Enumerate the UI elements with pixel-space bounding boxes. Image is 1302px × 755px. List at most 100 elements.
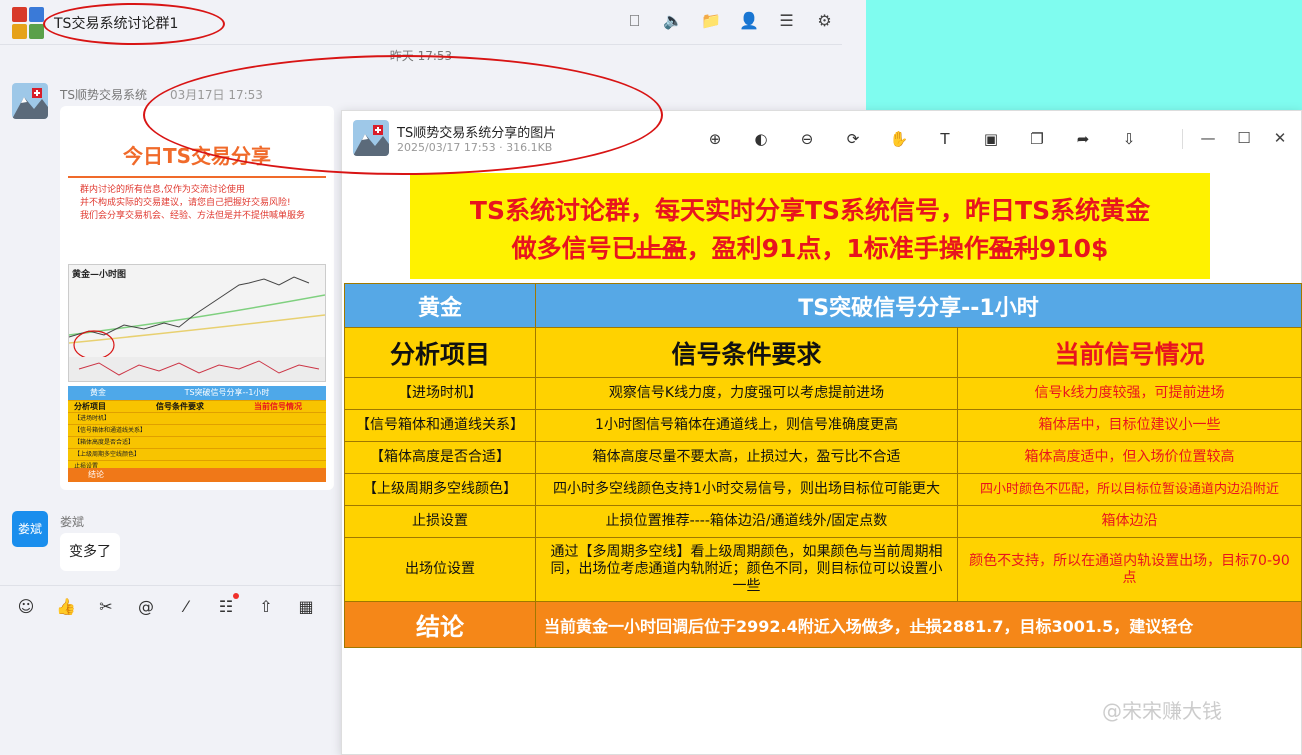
upload-icon[interactable]: ⇧ <box>256 597 276 617</box>
table-cell: 通过【多周期多空线】看上级周期颜色，如果颜色与当前周期相同，出场位考虑通道内轨附… <box>535 537 958 602</box>
table-cell: 四小时颜色不匹配，所以目标位暂设通道内边沿附近 <box>956 473 1302 506</box>
sender-avatar[interactable]: 娄斌 <box>12 511 48 547</box>
slash-icon[interactable]: ⁄ <box>176 597 196 617</box>
signal-banner: TS系统讨论群，每天实时分享TS系统信号，昨日TS系统黄金 做多信号已止盈，盈利… <box>410 173 1210 279</box>
table-cell: 信号k线力度较强，可提前进场 <box>956 377 1302 410</box>
table-cell: 观察信号K线力度，力度强可以考虑提前进场 <box>535 377 958 410</box>
table-cell: 箱体高度尽量不要太高，止损过大，盈亏比不合适 <box>535 441 958 474</box>
sender-avatar[interactable] <box>12 83 48 119</box>
at-icon[interactable]: @ <box>136 597 156 617</box>
speaker-icon[interactable]: 🔈 <box>663 11 683 31</box>
note-icon[interactable]: ☷ <box>216 593 239 617</box>
table-row: 止损设置 止损位置推荐----箱体边沿/通道线外/固定点数 箱体边沿 <box>344 505 1302 538</box>
table-cell: 四小时多空线颜色支持1小时交易信号，则出场目标位可能更大 <box>535 473 958 506</box>
window-controls: — ☐ ✕ <box>1200 129 1288 147</box>
toolbar-divider <box>1182 129 1183 149</box>
conclusion-part: 2881.7，目标3001.5，建议轻仓 <box>941 616 1194 636</box>
banner-text: 做多信号已 <box>511 234 637 263</box>
table-row: 【信号箱体和通道线关系】 1小时图信号箱体在通道线上，则信号准确度更高 箱体居中… <box>344 409 1302 442</box>
viewer-sender-avatar <box>353 120 389 156</box>
mini-row: 【箱体高度是否合适】 <box>68 436 326 448</box>
table-subheader: 分析项目 <box>344 327 536 378</box>
banner-line-2: 做多信号已止盈，盈利91点，1标准手操作盈利910$ <box>410 229 1210 265</box>
banner-text: ，盈利91点，1标准手操作 <box>686 234 989 263</box>
banner-strike-text: 止盈 <box>636 234 687 263</box>
mini-sub-cell: 当前信号情况 <box>254 402 302 411</box>
table-row: 【箱体高度是否合适】 箱体高度尽量不要太高，止损过大，盈亏比不合适 箱体高度适中… <box>344 441 1302 474</box>
card-chart-thumbnail: 黄金—小时图 <box>68 264 326 382</box>
table-cell: 【箱体高度是否合适】 <box>344 441 536 474</box>
mini-conclusion: 结论 <box>68 468 326 482</box>
conclusion-row: 结论 当前黄金一小时回调后位于2992.4附近入场做多，止损2881.7，目标3… <box>344 601 1302 648</box>
rotate-icon[interactable]: ⟳ <box>843 129 863 149</box>
folder-icon[interactable]: 📁 <box>701 11 721 31</box>
card-mini-table: 黄金 TS突破信号分享--1小时 分析项目 信号条件要求 当前信号情况 【进场时… <box>68 386 326 482</box>
copy-icon[interactable]: ❐ <box>1027 129 1047 149</box>
card-text-line: 并不构成实际的交易建议，请您自己把握好交易风险! <box>80 198 291 208</box>
calendar-icon[interactable]: ▦ <box>296 597 316 617</box>
hand-icon[interactable]: ✋ <box>889 129 909 149</box>
add-member-icon[interactable]: 👤 <box>739 11 759 31</box>
table-row: 出场位设置 通过【多周期多空线】看上级周期颜色，如果颜色与当前周期相同，出场位考… <box>344 537 1302 602</box>
scissors-icon[interactable]: ✂ <box>96 597 116 617</box>
input-toolbar: ☺ 👍 ✂ @ ⁄ ☷ ⇧ ▦ <box>16 593 316 617</box>
search-list-icon[interactable]: ☰ <box>777 11 796 31</box>
table-cell: 箱体高度适中，但入场价位置较高 <box>956 441 1302 474</box>
emoji-icon[interactable]: ☺ <box>16 597 36 617</box>
viewer-toolbar: ⊕ ◐ ⊖ ⟳ ✋ T ▣ ❐ ➦ ⇩ <box>705 129 1139 149</box>
text-extract-icon[interactable]: T <box>935 129 955 149</box>
sender-name: TS顺势交易系统 <box>60 88 147 102</box>
actual-size-icon[interactable]: ◐ <box>751 129 771 149</box>
table-row: 【进场时机】 观察信号K线力度，力度强可以考虑提前进场 信号k线力度较强，可提前… <box>344 377 1302 410</box>
mini-sub-cell: 信号条件要求 <box>156 402 204 411</box>
table-row: 【上级周期多空线颜色】 四小时多空线颜色支持1小时交易信号，则出场目标位可能更大… <box>344 473 1302 506</box>
sender-name: 娄斌 <box>60 515 85 529</box>
card-title: 今日TS交易分享 <box>122 144 272 168</box>
share-icon[interactable]: ➦ <box>1073 129 1093 149</box>
mini-row: 【进场时机】 <box>68 412 326 424</box>
close-icon[interactable]: ✕ <box>1272 129 1288 147</box>
mini-row: 【信号箱体和通道线关系】 <box>68 424 326 436</box>
download-icon[interactable]: ⇩ <box>1119 129 1139 149</box>
image-message[interactable]: 今日TS交易分享 群内讨论的所有信息,仅作为交流讨论使用 并不构成实际的交易建议… <box>60 106 334 490</box>
table-header-title: TS突破信号分享--1小时 <box>534 283 1302 328</box>
table-cell: 【进场时机】 <box>344 377 536 410</box>
mini-head-cell: TS突破信号分享--1小时 <box>184 388 270 397</box>
zoom-in-icon[interactable]: ⊕ <box>705 129 725 149</box>
card-divider <box>68 176 326 178</box>
tv-icon[interactable]: ⎕ <box>625 11 644 31</box>
conclusion-part: 当前黄金一小时回调后位于2992.4附近入场做多， <box>544 616 910 636</box>
minimize-icon[interactable]: — <box>1200 129 1216 147</box>
group-avatar[interactable] <box>12 7 44 39</box>
header-divider <box>0 44 842 45</box>
date-separator: 昨天 17:53 <box>389 49 453 63</box>
image-viewer-window: TS顺势交易系统分享的图片 2025/03/17 17:53 · 316.1KB… <box>341 110 1302 755</box>
chat-title[interactable]: TS交易系统讨论群1 <box>54 13 178 33</box>
card-disclaimer: 群内讨论的所有信息,仅作为交流讨论使用 并不构成实际的交易建议，请您自己把握好交… <box>80 184 320 223</box>
watermark: @宋宋赚大钱 <box>1102 699 1222 723</box>
banner-text: 910$ <box>1038 234 1109 263</box>
table-cell: 【上级周期多空线颜色】 <box>344 473 536 506</box>
table-cell: 箱体边沿 <box>956 505 1302 538</box>
conclusion-text: 当前黄金一小时回调后位于2992.4附近入场做多，止损2881.7，目标3001… <box>534 601 1302 648</box>
table-header-gold: 黄金 <box>344 283 536 328</box>
table-cell: 止损设置 <box>344 505 536 538</box>
conclusion-label: 结论 <box>344 601 536 648</box>
card-text-line: 我们会分享交易机会、经验、方法但是并不提供喊单服务 <box>80 211 306 221</box>
mini-sub-cell: 分析项目 <box>74 402 106 411</box>
chat-toolbar: ⎕ 🔈 📁 👤 ☰ ⚙ <box>625 11 834 31</box>
signal-table: 黄金 TS突破信号分享--1小时 分析项目 信号条件要求 当前信号情况 【进场时… <box>344 283 1302 648</box>
scan-icon[interactable]: ▣ <box>981 129 1001 149</box>
zoom-out-icon[interactable]: ⊖ <box>797 129 817 149</box>
table-cell: 箱体居中，目标位建议小一些 <box>956 409 1302 442</box>
banner-line-1: TS系统讨论群，每天实时分享TS系统信号，昨日TS系统黄金 <box>469 196 1151 225</box>
viewer-subtitle: 2025/03/17 17:53 · 316.1KB <box>397 141 553 154</box>
message-bubble[interactable]: 变多了 <box>60 533 120 571</box>
mini-row: 【上级周期多空线颜色】 <box>68 448 326 460</box>
maximize-icon[interactable]: ☐ <box>1236 129 1252 147</box>
table-subheader: 当前信号情况 <box>956 327 1302 378</box>
table-cell: 止损位置推荐----箱体边沿/通道线外/固定点数 <box>535 505 958 538</box>
thumbs-up-icon[interactable]: 👍 <box>56 597 76 617</box>
table-cell: 出场位设置 <box>344 537 536 602</box>
gear-icon[interactable]: ⚙ <box>815 11 834 31</box>
